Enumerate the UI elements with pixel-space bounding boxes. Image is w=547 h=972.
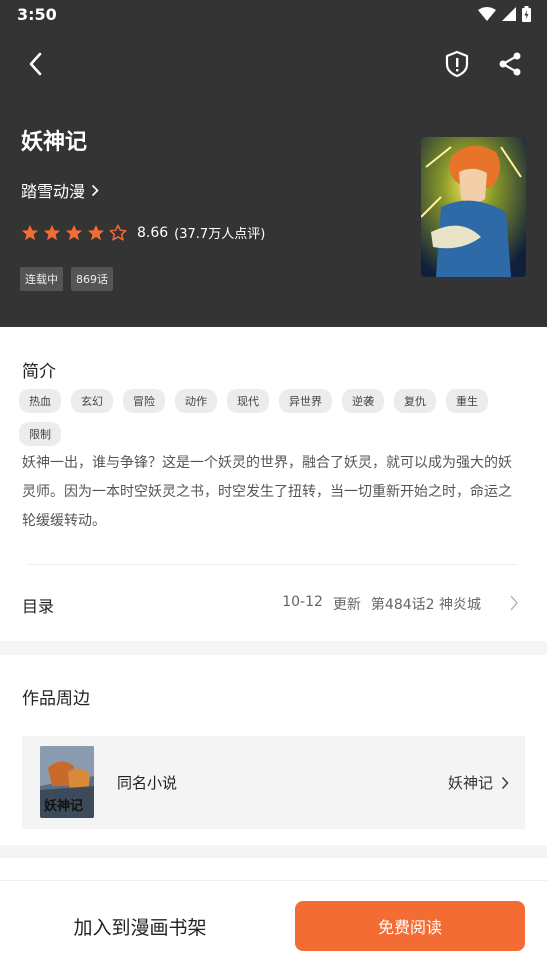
report-button[interactable] (442, 48, 472, 80)
status-time: 3:50 (17, 5, 57, 24)
svg-text:妖神记: 妖神记 (44, 798, 83, 814)
genre-tag[interactable]: 冒险 (123, 389, 165, 413)
table-of-contents-row[interactable]: 目录 10-12 更新 第484话2 神炎城 (0, 579, 547, 629)
genre-tag[interactable]: 现代 (227, 389, 269, 413)
chevron-right-icon (91, 184, 99, 196)
toc-label: 目录 (22, 597, 55, 616)
star-rating (21, 224, 127, 242)
novel-title-link: 妖神记 (448, 772, 509, 793)
genre-tag[interactable]: 热血 (19, 389, 61, 413)
novel-label: 同名小说 (117, 774, 178, 792)
chevron-right-icon (510, 595, 519, 611)
intro-section: 简介 热血 玄幻 冒险 动作 现代 异世界 逆袭 复仇 重生 限制 妖神一出，谁… (0, 327, 547, 641)
star-filled-icon (43, 224, 61, 240)
author-link[interactable]: 踏雪动漫 (21, 178, 99, 202)
author-name: 踏雪动漫 (21, 182, 86, 201)
novel-title: 妖神记 (447, 774, 493, 792)
comic-title: 妖神记 (21, 130, 88, 155)
wifi-icon (478, 7, 496, 21)
peripheral-heading: 作品周边 (22, 689, 90, 709)
back-button[interactable] (20, 48, 50, 80)
comic-cover-image[interactable] (421, 137, 526, 277)
battery-icon (522, 6, 531, 22)
status-badges: 连载中 869话 (20, 267, 113, 291)
genre-tag[interactable]: 重生 (446, 389, 488, 413)
latest-update-info: 10-12 更新 第484话2 神炎城 (282, 594, 481, 614)
share-icon (499, 52, 521, 76)
divider (28, 564, 518, 565)
episode-count-badge: 869话 (71, 267, 113, 291)
star-filled-icon (21, 224, 39, 240)
signal-icon (502, 7, 516, 21)
bottom-action-bar: 加入到漫画书架 免费阅读 (0, 880, 547, 972)
genre-tag[interactable]: 限制 (19, 422, 61, 446)
rating-score: 8.66 (137, 224, 169, 241)
star-outline-icon (109, 224, 127, 241)
cover-art (421, 137, 526, 277)
comic-description: 妖神一出，谁与争锋？这是一个妖灵的世界，融合了妖灵，就可以成为强大的妖灵师。因为… (22, 455, 512, 529)
novel-cover-image: 妖神记 (40, 746, 94, 818)
status-badge: 连载中 (20, 267, 63, 291)
free-read-button[interactable]: 免费阅读 (295, 901, 525, 951)
chevron-left-icon (29, 52, 42, 76)
genre-tag[interactable]: 动作 (175, 389, 217, 413)
novel-link-row[interactable]: 妖神记 同名小说 妖神记 (22, 736, 525, 829)
star-filled-icon (65, 224, 83, 240)
status-bar: 3:50 (0, 0, 547, 30)
add-to-shelf-button[interactable]: 加入到漫画书架 (40, 901, 240, 951)
intro-heading: 简介 (22, 362, 56, 382)
genre-tag[interactable]: 异世界 (279, 389, 332, 413)
latest-chapter: 第484话2 神炎城 (370, 597, 481, 613)
genre-tag[interactable]: 玄幻 (71, 389, 113, 413)
genre-tag[interactable]: 复仇 (394, 389, 436, 413)
genre-tag[interactable]: 逆袭 (342, 389, 384, 413)
share-button[interactable] (495, 48, 525, 80)
rating-count: (37.7万人点评) (174, 227, 266, 242)
star-filled-icon (87, 224, 105, 240)
rating: 8.66 (37.7万人点评) (21, 223, 265, 242)
comic-header: 3:50 妖神记 踏雪动漫 8.66 (37.7万人点评) 连载中 869话 (0, 0, 547, 327)
genre-tags: 热血 玄幻 冒险 动作 现代 异世界 逆袭 复仇 重生 限制 (19, 389, 519, 446)
peripheral-section: 作品周边 妖神记 同名小说 妖神记 (0, 655, 547, 845)
update-date: 10-12 (282, 594, 323, 610)
chevron-right-icon (501, 776, 509, 789)
update-label: 更新 (332, 597, 361, 613)
shield-alert-icon (445, 50, 469, 78)
status-icons (478, 6, 531, 22)
